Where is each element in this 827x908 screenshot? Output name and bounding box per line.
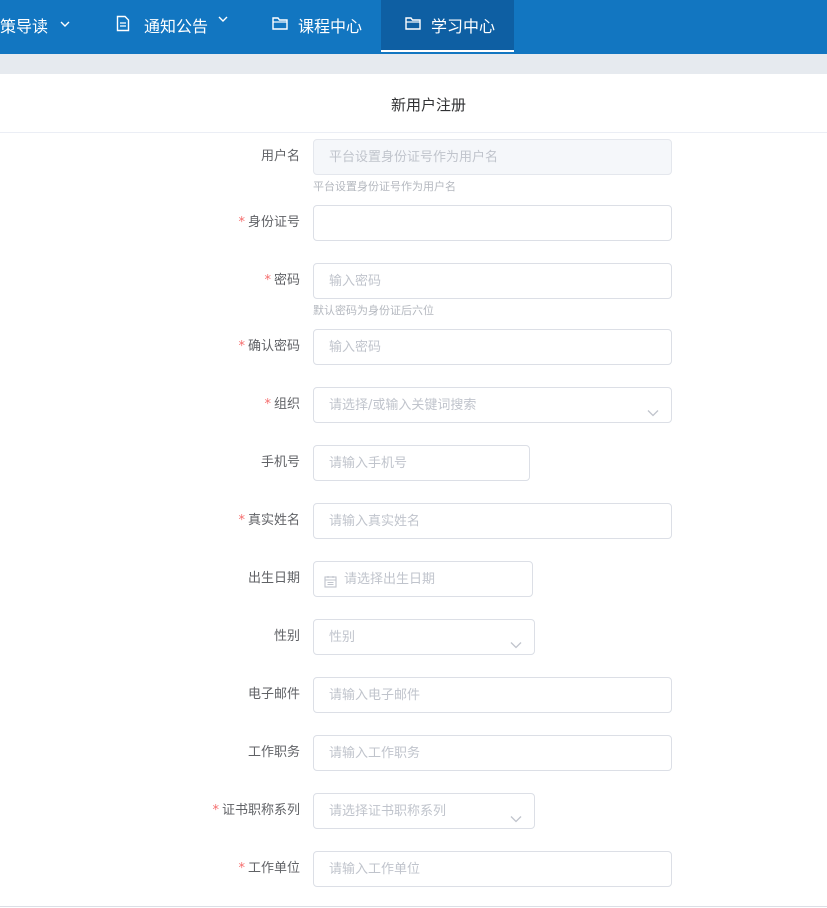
field-label: * 组织 (264, 397, 300, 412)
chevron-down-icon[interactable] (510, 808, 522, 827)
chevron-down-icon (60, 20, 70, 28)
required-mark: * (238, 339, 245, 354)
field-hint: 平台设置身份证号作为用户名 (313, 180, 456, 193)
form-row-birth-date: 出生日期 (0, 561, 827, 597)
document-icon (116, 15, 130, 32)
password-input[interactable] (314, 264, 671, 298)
username-field[interactable] (313, 139, 672, 175)
nav-item-policy[interactable]: 政策导读 (0, 0, 100, 52)
required-mark: * (212, 803, 219, 818)
chevron-down-icon[interactable] (647, 402, 659, 421)
birth-date-input[interactable] (314, 562, 532, 596)
field-label: * 工作单位 (238, 861, 300, 876)
form-row-password: * 密码 (0, 263, 827, 299)
form-row-phone: 手机号 (0, 445, 827, 481)
folder-icon (405, 16, 421, 30)
field-label: 工作职务 (247, 745, 300, 760)
nav-item-label: 政策导读 (0, 17, 49, 36)
field-label: * 密码 (264, 273, 300, 288)
card-header: 新用户注册 (0, 74, 827, 133)
folder-icon (272, 16, 288, 30)
field-label: 性别 (273, 629, 300, 644)
register-card: 新用户注册 (0, 74, 827, 908)
id-number-field[interactable] (313, 205, 672, 241)
cert-series-input[interactable] (314, 794, 534, 828)
field-label: 出生日期 (247, 571, 300, 586)
form-row-cert-series: * 证书职称系列 (0, 793, 827, 829)
gender-select[interactable] (313, 619, 535, 655)
nav-spacer (0, 54, 827, 74)
nav-item-notice[interactable]: 通知公告 (100, 0, 240, 52)
form-row-gender: 性别 (0, 619, 827, 655)
phone-input[interactable] (314, 446, 529, 480)
form-row-username: 用户名 (0, 139, 827, 175)
divider (0, 906, 827, 907)
nav-item-label: 课程中心 (298, 17, 363, 36)
nav-item-label: 学习中心 (431, 17, 496, 36)
email-field[interactable] (313, 677, 672, 713)
form-row-real-name: * 真实姓名 (0, 503, 827, 539)
organization-input[interactable] (314, 388, 671, 422)
gender-input[interactable] (314, 620, 534, 654)
password-field[interactable] (313, 263, 672, 299)
form-row-job-title: 工作职务 (0, 735, 827, 771)
birth-date-picker[interactable] (313, 561, 533, 597)
confirm-password-input[interactable] (314, 330, 671, 364)
nav-item-label: 通知公告 (144, 17, 209, 36)
field-label: * 身份证号 (238, 215, 300, 230)
work-unit-input[interactable] (314, 852, 671, 886)
required-mark: * (238, 513, 245, 528)
organization-select[interactable] (313, 387, 672, 423)
page-title: 新用户注册 (391, 96, 467, 114)
phone-field[interactable] (313, 445, 530, 481)
work-unit-field[interactable] (313, 851, 672, 887)
nav-item-courses[interactable]: 课程中心 (258, 0, 378, 52)
job-title-input[interactable] (314, 736, 671, 770)
form-row-email: 电子邮件 (0, 677, 827, 713)
form-row-organization: * 组织 (0, 387, 827, 423)
field-label: 手机号 (260, 455, 300, 470)
field-label: 电子邮件 (247, 687, 300, 702)
field-label: * 确认密码 (238, 339, 300, 354)
chevron-down-icon[interactable] (510, 634, 522, 653)
real-name-field[interactable] (313, 503, 672, 539)
required-mark: * (264, 397, 271, 412)
nav-item-study[interactable]: 学习中心 (381, 0, 514, 52)
username-input[interactable] (314, 140, 671, 174)
field-hint: 默认密码为身份证后六位 (313, 304, 434, 317)
required-mark: * (238, 215, 245, 230)
form-row-confirm-password: * 确认密码 (0, 329, 827, 365)
top-nav: 政策导读 通知公告 课程中心 学习中心 (0, 0, 827, 54)
real-name-input[interactable] (314, 504, 671, 538)
confirm-password-field[interactable] (313, 329, 672, 365)
form-row-id-number: * 身份证号 (0, 205, 827, 241)
id-number-input[interactable] (314, 206, 671, 240)
chevron-down-icon (218, 15, 228, 23)
field-label: * 真实姓名 (238, 513, 300, 528)
required-mark: * (238, 861, 245, 876)
job-title-field[interactable] (313, 735, 672, 771)
email-input[interactable] (314, 678, 671, 712)
field-label: * 证书职称系列 (212, 803, 300, 818)
cert-series-select[interactable] (313, 793, 535, 829)
field-label: 用户名 (260, 149, 300, 164)
required-mark: * (264, 273, 271, 288)
form-row-work-unit: * 工作单位 (0, 851, 827, 887)
